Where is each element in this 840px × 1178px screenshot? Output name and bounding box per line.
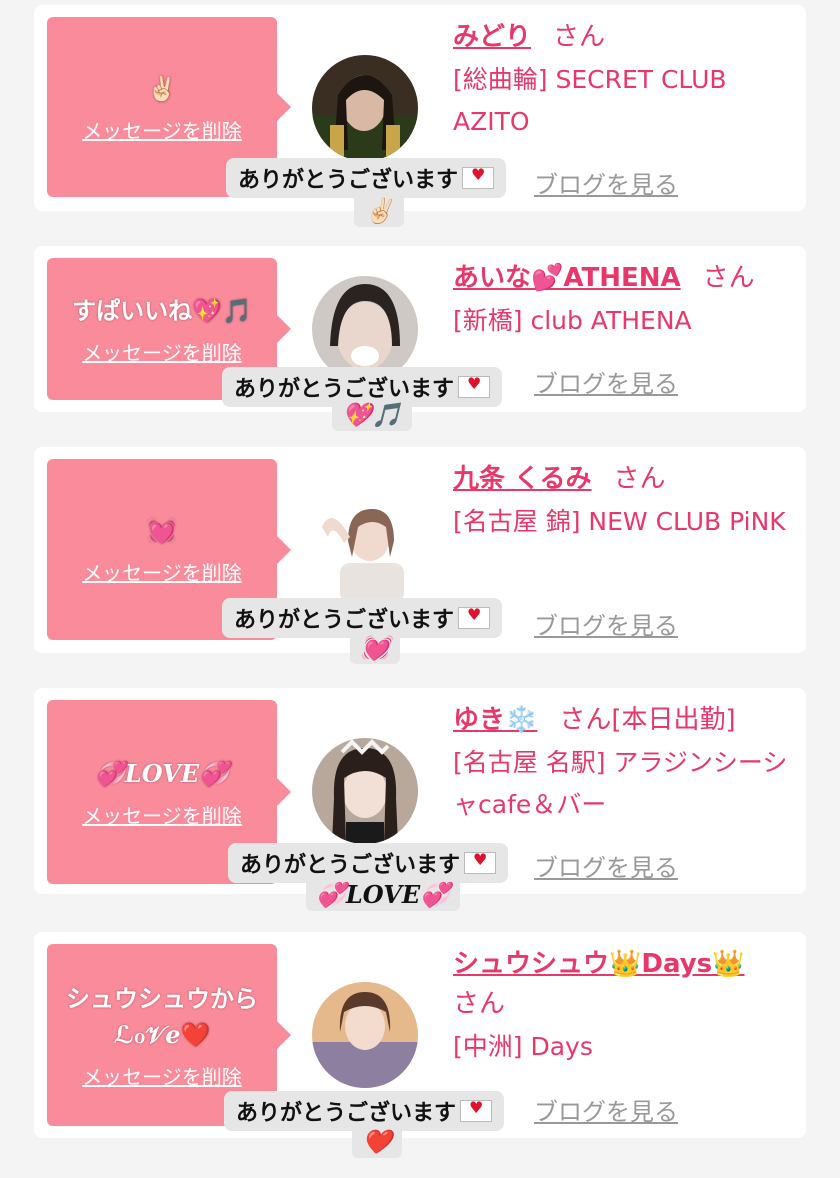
cast-name-link[interactable]: シュウシュウ👑Days👑	[453, 949, 745, 979]
reaction-badge: 💞LOVE💞	[306, 878, 461, 911]
message-card: 💞LOVE💞 メッセージを削除 ゆき❄️ さん[本日出勤] [名古屋 名駅] アラ…	[34, 688, 806, 911]
message-text: 💞LOVE💞	[94, 758, 230, 788]
message-card: すぱいいね💖🎵 メッセージを削除 あいな💕ATHENA さん [新橋] club …	[34, 246, 806, 431]
love-letter-icon	[462, 165, 495, 189]
avatar[interactable]	[312, 55, 418, 161]
message-card: 💓 メッセージを削除 九条 くるみ さん [名古屋 錦] NEW CLUB PiN…	[34, 447, 806, 664]
love-letter-icon	[458, 605, 491, 629]
reaction-badge: 💖🎵	[332, 398, 412, 431]
avatar[interactable]	[312, 982, 418, 1088]
delete-message-link[interactable]: メッセージを削除	[82, 115, 242, 144]
cast-name-link[interactable]: 九条 くるみ	[453, 464, 592, 494]
message-text: ✌🏻	[147, 74, 177, 103]
avatar-photo	[312, 738, 418, 844]
view-blog-link[interactable]: ブログを見る	[534, 848, 678, 883]
thanks-label: ありがとうございます	[226, 158, 507, 198]
message-text: すぱいいね💖🎵	[72, 296, 252, 325]
love-letter-icon	[460, 1098, 493, 1122]
avatar-photo	[312, 55, 418, 161]
view-blog-link[interactable]: ブログを見る	[534, 1092, 678, 1127]
reaction-badge: ✌🏻	[354, 194, 404, 227]
cast-name-link[interactable]: みどり	[453, 22, 531, 52]
avatar[interactable]	[312, 497, 418, 603]
view-blog-link[interactable]: ブログを見る	[534, 364, 678, 399]
shop-name: [中洲] Days	[453, 1032, 593, 1061]
reaction-badge: 💓	[350, 631, 400, 664]
love-letter-icon	[458, 374, 491, 398]
delete-message-link[interactable]: メッセージを削除	[82, 1061, 242, 1090]
cast-info: 九条 くるみ さん [名古屋 錦] NEW CLUB PiNK	[453, 459, 798, 543]
message-text: 💓	[147, 517, 177, 545]
view-blog-link[interactable]: ブログを見る	[534, 165, 678, 200]
cast-info: ゆき❄️ さん[本日出勤] [名古屋 名駅] アラジンシーシャcafe＆バー	[453, 700, 798, 826]
delete-message-link[interactable]: メッセージを削除	[82, 557, 242, 586]
delete-message-link[interactable]: メッセージを削除	[82, 337, 242, 366]
avatar-photo	[312, 497, 418, 603]
message-text: シュウシュウから ℒℴ𝒱ℯ❤️	[66, 984, 258, 1049]
shop-name: [名古屋 名駅] アラジンシーシャcafe＆バー	[453, 748, 788, 819]
honorific: さん	[702, 263, 755, 293]
cast-info: あいな💕ATHENA さん [新橋] club ATHENA	[453, 258, 798, 342]
cast-name-link[interactable]: ゆき❄️	[453, 705, 537, 735]
honorific: さん	[453, 989, 506, 1019]
thanks-label: ありがとうございます	[228, 843, 509, 883]
view-blog-link[interactable]: ブログを見る	[534, 606, 678, 641]
avatar-photo	[312, 982, 418, 1088]
avatar[interactable]	[312, 738, 418, 844]
honorific: さん	[553, 22, 606, 52]
honorific: さん	[613, 464, 666, 494]
delete-message-link[interactable]: メッセージを削除	[82, 800, 242, 829]
reaction-badge: ❤️	[352, 1125, 402, 1158]
cast-info: みどり さん [総曲輪] SECRET CLUB AZITO	[453, 17, 798, 143]
honorific: さん[本日出勤]	[559, 705, 736, 735]
cast-info: シュウシュウ👑Days👑 さん [中洲] Days	[453, 944, 798, 1068]
cast-name-link[interactable]: あいな💕ATHENA	[453, 263, 681, 293]
shop-name: [総曲輪] SECRET CLUB AZITO	[453, 65, 727, 136]
message-card: シュウシュウから ℒℴ𝒱ℯ❤️ メッセージを削除 シュウシュウ👑Days👑 さん …	[34, 932, 806, 1158]
love-letter-icon	[464, 850, 497, 874]
message-card: ✌🏻 メッセージを削除 みどり さん [総曲輪] SECRET CLUB AZIT…	[34, 5, 806, 227]
shop-name: [新橋] club ATHENA	[453, 306, 692, 335]
shop-name: [名古屋 錦] NEW CLUB PiNK	[453, 507, 786, 536]
